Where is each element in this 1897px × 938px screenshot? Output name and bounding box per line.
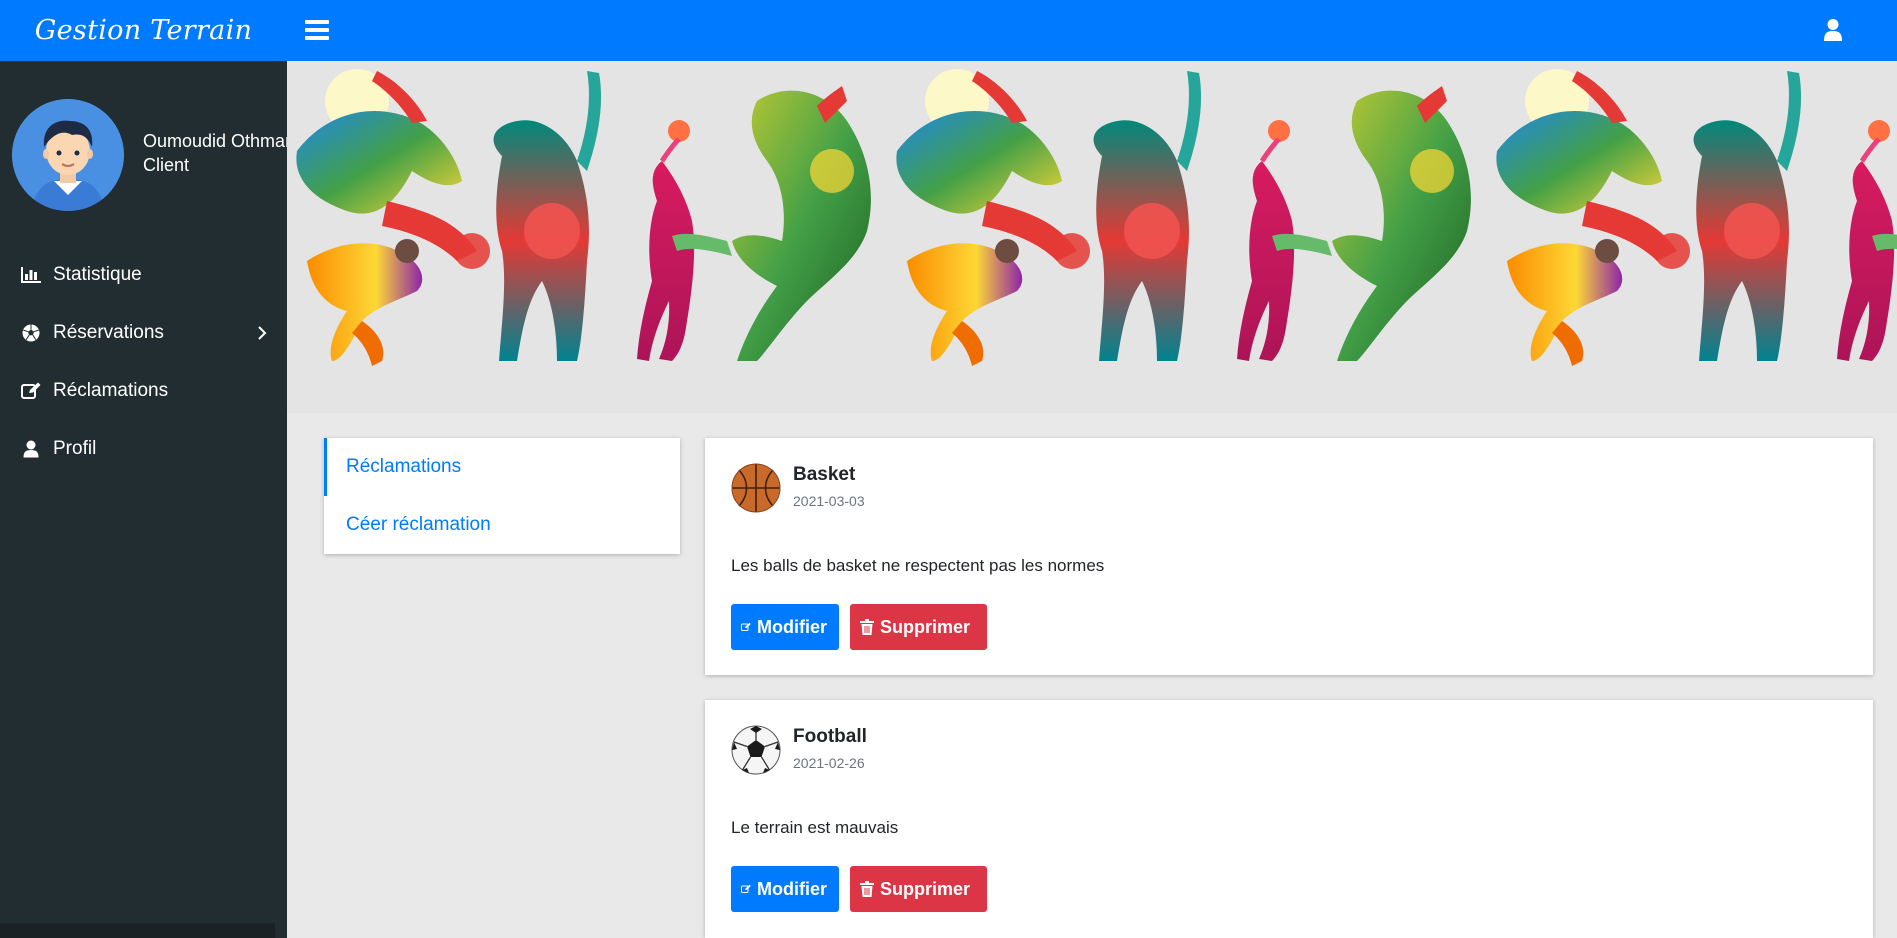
reclamation-subnav: Réclamations Céer réclamation — [324, 438, 680, 554]
basketball-icon — [731, 463, 781, 513]
reclamation-title: Football — [793, 726, 867, 747]
sports-banner-image — [287, 61, 1897, 413]
user-name: Oumoudid Othman — [143, 131, 296, 151]
reclamation-date: 2021-02-26 — [793, 755, 865, 771]
bar-chart-icon — [20, 265, 42, 285]
edit-button[interactable]: Modifier — [731, 866, 839, 912]
edit-icon — [741, 884, 751, 893]
chevron-right-icon — [257, 324, 267, 345]
edit-icon — [20, 381, 42, 401]
user-icon — [20, 439, 42, 459]
reclamation-description: Les balls de basket ne respectent pas le… — [731, 556, 1105, 575]
delete-button-label: Supprimer — [880, 878, 971, 899]
reclamation-description: Le terrain est mauvais — [731, 818, 899, 837]
edit-button-label: Modifier — [757, 616, 827, 637]
soccer-ball-icon — [20, 323, 42, 343]
delete-button[interactable]: Supprimer — [850, 866, 987, 912]
sidebar-item-label: Réservations — [53, 322, 164, 343]
sidebar-menu: Statistique Réservations Réclamations Pr… — [0, 246, 287, 478]
brand-logo[interactable]: Gestion Terrain — [0, 0, 287, 61]
subnav-creer-reclamation[interactable]: Céer réclamation — [324, 496, 680, 554]
user-role: Client — [143, 155, 190, 175]
sidebar-item-label: Profil — [53, 438, 97, 459]
trash-icon — [860, 881, 874, 897]
subnav-reclamations[interactable]: Réclamations — [324, 438, 680, 496]
sidebar-item-reclamations[interactable]: Réclamations — [0, 362, 287, 420]
sidebar-item-label: Statistique — [53, 264, 142, 285]
reclamation-card: Basket 2021-03-03 Les balls de basket ne… — [705, 438, 1873, 675]
sidebar-footer — [0, 923, 275, 938]
edit-button[interactable]: Modifier — [731, 604, 839, 650]
user-icon[interactable] — [1823, 18, 1843, 42]
reclamation-date: 2021-03-03 — [793, 493, 865, 509]
delete-button-label: Supprimer — [880, 616, 971, 637]
avatar — [12, 99, 124, 211]
trash-icon — [860, 619, 874, 635]
sidebar-item-profil[interactable]: Profil — [0, 420, 287, 478]
hamburger-icon[interactable] — [305, 20, 329, 41]
soccer-ball-icon — [731, 725, 781, 775]
sidebar: Oumoudid Othman Client Statistique Réser… — [0, 61, 295, 938]
edit-icon — [741, 622, 751, 631]
top-navbar: Gestion Terrain — [0, 0, 1897, 61]
delete-button[interactable]: Supprimer — [850, 604, 987, 650]
reclamation-card: Football 2021-02-26 Le terrain est mauva… — [705, 700, 1873, 938]
reclamation-title: Basket — [793, 464, 856, 485]
sidebar-item-label: Réclamations — [53, 380, 169, 401]
edit-button-label: Modifier — [757, 878, 827, 899]
sidebar-item-reservations[interactable]: Réservations — [0, 304, 287, 362]
sidebar-item-statistique[interactable]: Statistique — [0, 246, 287, 304]
